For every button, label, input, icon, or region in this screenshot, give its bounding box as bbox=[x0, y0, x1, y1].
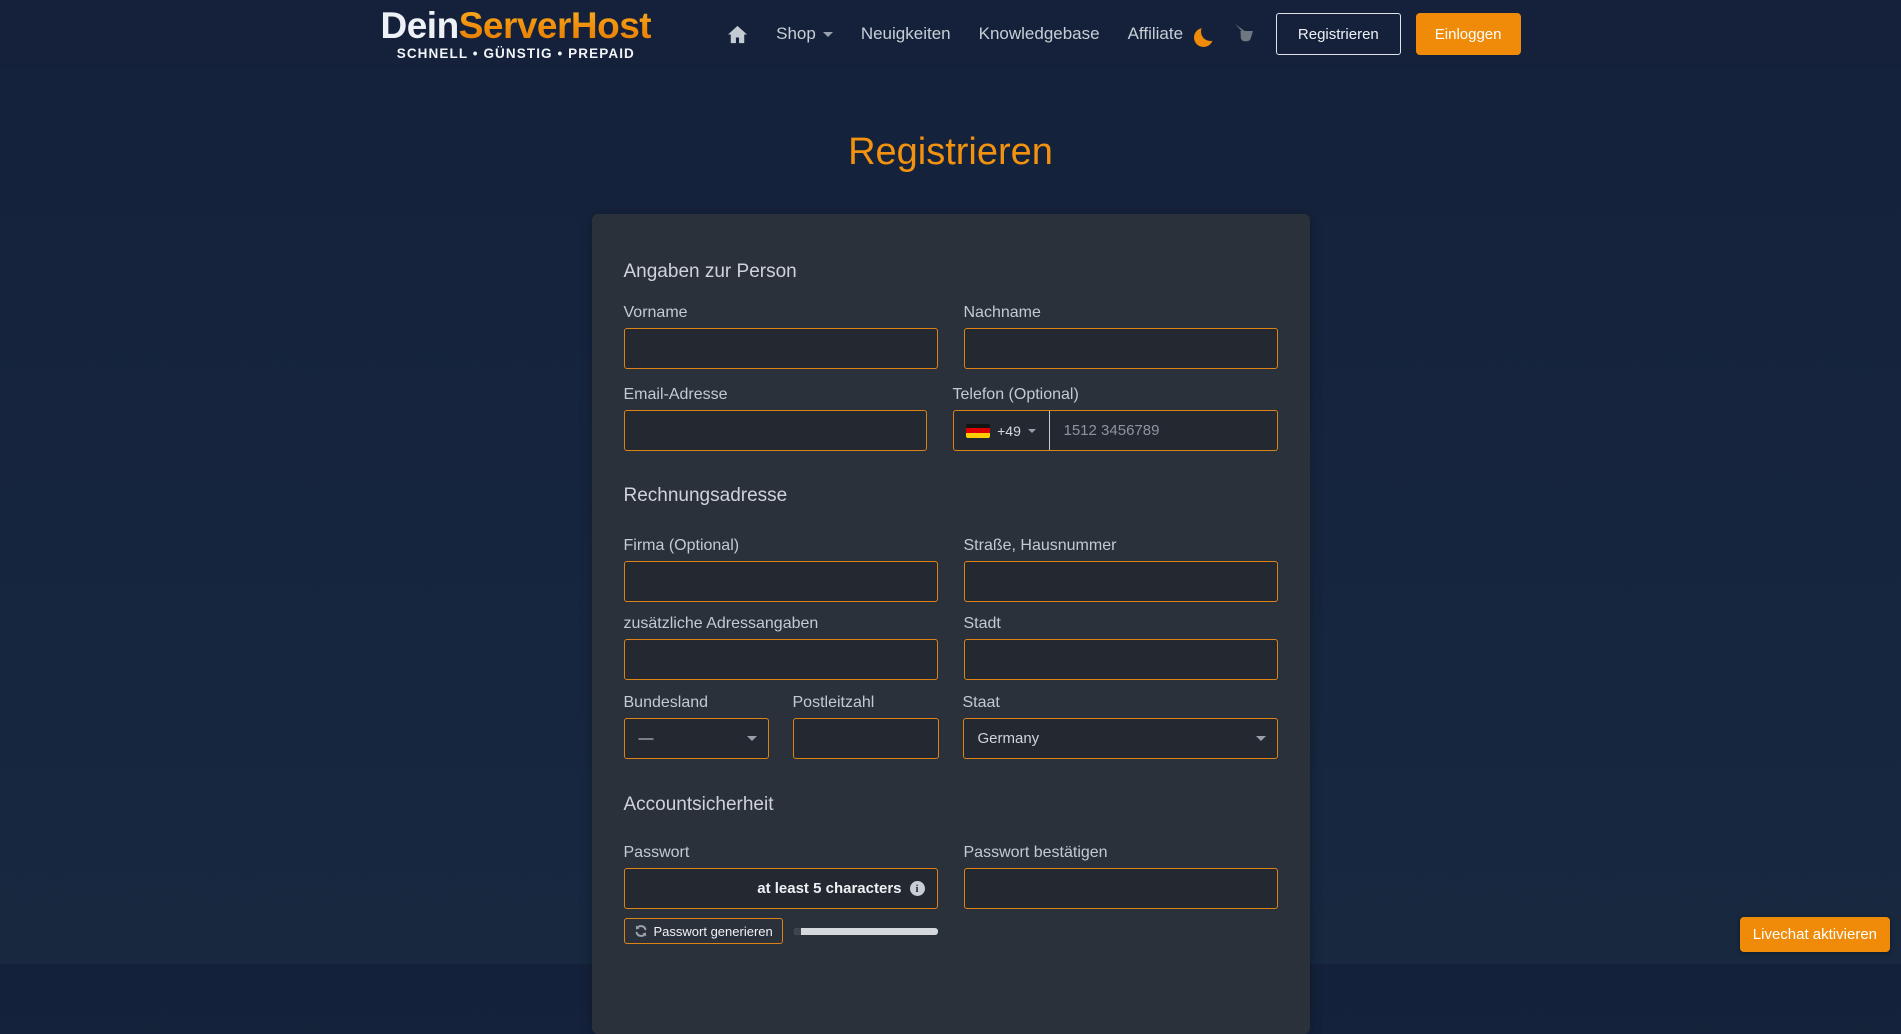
email-label: Email-Adresse bbox=[624, 385, 927, 404]
field-postleitzahl: Postleitzahl bbox=[793, 693, 939, 759]
nachname-label: Nachname bbox=[964, 303, 1278, 322]
bundesland-select[interactable]: — bbox=[624, 718, 769, 759]
field-vorname: Vorname bbox=[624, 303, 938, 369]
nav-home-link[interactable] bbox=[727, 25, 748, 44]
nav-item-affiliate-label: Affiliate bbox=[1128, 24, 1183, 44]
section-heading-address: Rechnungsadresse bbox=[624, 485, 1278, 507]
password-generate-row: Passwort generieren bbox=[624, 918, 938, 944]
strasse-input[interactable] bbox=[964, 561, 1278, 602]
vorname-input[interactable] bbox=[624, 328, 938, 369]
home-icon bbox=[727, 25, 748, 44]
nav-menu: Shop Neuigkeiten Knowledgebase Affiliate bbox=[727, 24, 1183, 44]
field-telefon: Telefon (Optional) +49 bbox=[953, 385, 1278, 451]
moon-icon bbox=[1201, 22, 1220, 41]
staat-selected-value: Germany bbox=[978, 730, 1040, 747]
field-passwort-bestaetigen: Passwort bestätigen bbox=[964, 843, 1278, 909]
form-row-zusatz-stadt: zusätzliche Adressangaben Stadt bbox=[624, 614, 1278, 680]
generate-password-label: Passwort generieren bbox=[654, 924, 773, 939]
staat-label: Staat bbox=[963, 693, 1278, 712]
field-bundesland: Bundesland — bbox=[624, 693, 769, 759]
stadt-label: Stadt bbox=[964, 614, 1278, 633]
hand-icon bbox=[1232, 21, 1258, 47]
germany-flag-icon bbox=[966, 424, 990, 438]
staat-select[interactable]: Germany bbox=[963, 718, 1278, 759]
refresh-icon bbox=[634, 924, 648, 938]
section-heading-person: Angaben zur Person bbox=[624, 214, 1278, 283]
nav-item-shop-label: Shop bbox=[776, 24, 816, 44]
passwort-input[interactable] bbox=[624, 868, 938, 909]
caret-down-icon bbox=[1256, 736, 1266, 741]
field-firma: Firma (Optional) bbox=[624, 536, 938, 602]
passwort-label: Passwort bbox=[624, 843, 938, 862]
livechat-button[interactable]: Livechat aktivieren bbox=[1740, 917, 1890, 952]
registration-form-card: Angaben zur Person Vorname Nachname Emai… bbox=[592, 214, 1310, 1034]
field-passwort: Passwort at least 5 characters i bbox=[624, 843, 938, 909]
hand-cursor-toggle[interactable] bbox=[1232, 21, 1258, 47]
nav-item-shop[interactable]: Shop bbox=[776, 24, 833, 44]
stadt-input[interactable] bbox=[964, 639, 1278, 680]
form-row-company-street: Firma (Optional) Straße, Hausnummer bbox=[624, 536, 1278, 602]
nav-item-affiliate[interactable]: Affiliate bbox=[1128, 24, 1183, 44]
nachname-input[interactable] bbox=[964, 328, 1278, 369]
caret-down-icon bbox=[823, 32, 833, 37]
page-title: Registrieren bbox=[0, 130, 1901, 174]
register-button[interactable]: Registrieren bbox=[1276, 13, 1401, 55]
nav-item-knowledgebase-label: Knowledgebase bbox=[979, 24, 1100, 44]
brand-logo[interactable]: DeinServerHost SCHNELL • GÜNSTIG • PREPA… bbox=[381, 7, 652, 61]
brand-name-primary: Dein bbox=[381, 5, 459, 46]
passwort-bestaetigen-label: Passwort bestätigen bbox=[964, 843, 1278, 862]
caret-down-icon bbox=[1028, 429, 1036, 433]
country-code-value: +49 bbox=[997, 423, 1021, 439]
nav-item-knowledgebase[interactable]: Knowledgebase bbox=[979, 24, 1100, 44]
password-strength-bar bbox=[794, 928, 938, 935]
phone-group: +49 bbox=[953, 410, 1278, 451]
telefon-input[interactable] bbox=[1049, 411, 1277, 450]
form-row-contact: Email-Adresse Telefon (Optional) +49 bbox=[624, 385, 1278, 451]
country-code-select[interactable]: +49 bbox=[954, 411, 1049, 450]
brand-tagline: SCHNELL • GÜNSTIG • PREPAID bbox=[397, 46, 635, 61]
telefon-label: Telefon (Optional) bbox=[953, 385, 1278, 404]
passwort-input-wrap: at least 5 characters i bbox=[624, 868, 938, 909]
field-nachname: Nachname bbox=[964, 303, 1278, 369]
generate-password-button[interactable]: Passwort generieren bbox=[624, 918, 783, 944]
caret-down-icon bbox=[747, 736, 757, 741]
firma-label: Firma (Optional) bbox=[624, 536, 938, 555]
strasse-label: Straße, Hausnummer bbox=[964, 536, 1278, 555]
nav-right-group: Registrieren Einloggen bbox=[1192, 13, 1521, 55]
nav-item-neuigkeiten[interactable]: Neuigkeiten bbox=[861, 24, 951, 44]
section-heading-security: Accountsicherheit bbox=[624, 794, 1278, 816]
dark-mode-toggle[interactable] bbox=[1192, 21, 1218, 47]
login-button[interactable]: Einloggen bbox=[1416, 13, 1521, 55]
nav-item-neuigkeiten-label: Neuigkeiten bbox=[861, 24, 951, 44]
passwort-bestaetigen-input[interactable] bbox=[964, 868, 1278, 909]
bundesland-selected-value: — bbox=[639, 730, 654, 747]
brand-name: DeinServerHost bbox=[381, 7, 652, 45]
field-adresszusatz: zusätzliche Adressangaben bbox=[624, 614, 938, 680]
postleitzahl-input[interactable] bbox=[793, 718, 939, 759]
form-row-password: Passwort at least 5 characters i Passwor… bbox=[624, 843, 1278, 909]
field-email: Email-Adresse bbox=[624, 385, 927, 451]
email-input[interactable] bbox=[624, 410, 927, 451]
form-row-region: Bundesland — Postleitzahl Staat Germany bbox=[624, 693, 1278, 759]
brand-name-secondary: ServerHost bbox=[459, 5, 651, 46]
form-row-name: Vorname Nachname bbox=[624, 303, 1278, 369]
password-strength-fill bbox=[794, 928, 801, 935]
field-strasse: Straße, Hausnummer bbox=[964, 536, 1278, 602]
adresszusatz-input[interactable] bbox=[624, 639, 938, 680]
bundesland-label: Bundesland bbox=[624, 693, 769, 712]
firma-input[interactable] bbox=[624, 561, 938, 602]
main-content: Registrieren Angaben zur Person Vorname … bbox=[0, 130, 1901, 1034]
field-staat: Staat Germany bbox=[963, 693, 1278, 759]
vorname-label: Vorname bbox=[624, 303, 938, 322]
postleitzahl-label: Postleitzahl bbox=[793, 693, 939, 712]
adresszusatz-label: zusätzliche Adressangaben bbox=[624, 614, 938, 633]
navbar: DeinServerHost SCHNELL • GÜNSTIG • PREPA… bbox=[0, 0, 1901, 68]
nav-container: DeinServerHost SCHNELL • GÜNSTIG • PREPA… bbox=[381, 0, 1521, 68]
field-stadt: Stadt bbox=[964, 614, 1278, 680]
